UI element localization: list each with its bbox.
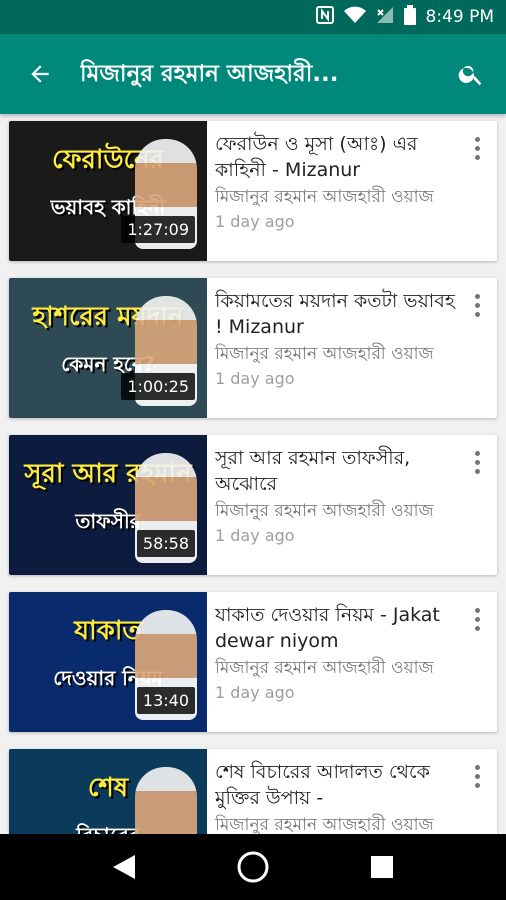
video-title: শেষ বিচারের আদালত থেকে মুক্তির উপায় - bbox=[215, 761, 430, 809]
wifi-icon bbox=[343, 6, 366, 28]
more-vert-icon[interactable] bbox=[465, 604, 489, 634]
page-title: মিজানুর রহমান আজহারী... bbox=[80, 60, 339, 87]
arrow-back-icon[interactable] bbox=[0, 34, 80, 114]
app-bar: মিজানুর রহমান আজহারী... bbox=[0, 34, 506, 114]
duration-badge: 13:40 bbox=[136, 687, 195, 714]
upload-age: 1 day ago bbox=[215, 683, 295, 702]
more-vert-icon[interactable] bbox=[465, 290, 489, 320]
video-title: কিয়ামতের ময়দান কতটা ভয়াবহ ! Mizanur bbox=[215, 290, 455, 338]
upload-age: 1 day ago bbox=[215, 369, 295, 388]
nav-recents-icon[interactable] bbox=[352, 837, 412, 897]
battery-icon bbox=[403, 5, 416, 29]
status-time: 8:49 PM bbox=[425, 7, 495, 27]
video-info[interactable]: ফেরাউন ও মূসা (আঃ) এর কাহিনী - Mizanur ম… bbox=[207, 121, 497, 261]
channel-name: মিজানুর রহমান আজহারী ওয়াজ bbox=[215, 815, 434, 834]
video-thumbnail[interactable]: যাকাত দেওয়ার নিয়ম 13:40 bbox=[9, 592, 207, 732]
status-bar: 8:49 PM bbox=[0, 0, 506, 34]
more-vert-icon[interactable] bbox=[465, 761, 489, 791]
video-card[interactable]: হাশরের ময়দান কেমন হবে? 1:00:25 কিয়ামতে… bbox=[9, 278, 497, 418]
upload-age: 1 day ago bbox=[215, 212, 295, 231]
video-info[interactable]: শেষ বিচারের আদালত থেকে মুক্তির উপায় - ম… bbox=[207, 749, 497, 834]
video-title: সূরা আর রহমান তাফসীর, অঝোরে bbox=[215, 447, 411, 495]
video-card[interactable]: সূরা আর রহমান তাফসীর 58:58 সূরা আর রহমান… bbox=[9, 435, 497, 575]
video-thumbnail[interactable]: শেষ বিচারের bbox=[9, 749, 207, 834]
video-info[interactable]: সূরা আর রহমান তাফসীর, অঝোরে মিজানুর রহমা… bbox=[207, 435, 497, 575]
video-card[interactable]: ফেরাউনের ভয়াবহ কাহিনী 1:27:09 ফেরাউন ও … bbox=[9, 121, 497, 261]
video-list: ফেরাউনের ভয়াবহ কাহিনী 1:27:09 ফেরাউন ও … bbox=[0, 114, 506, 834]
video-title: ফেরাউন ও মূসা (আঃ) এর কাহিনী - Mizanur bbox=[215, 133, 418, 181]
signal-icon bbox=[376, 6, 394, 28]
navigation-bar bbox=[0, 834, 506, 900]
duration-badge: 58:58 bbox=[136, 530, 195, 557]
channel-name: মিজানুর রহমান আজহারী ওয়াজ bbox=[215, 187, 434, 207]
video-info[interactable]: যাকাত দেওয়ার নিয়ম - Jakat dewar niyom … bbox=[207, 592, 497, 732]
video-thumbnail[interactable]: হাশরের ময়দান কেমন হবে? 1:00:25 bbox=[9, 278, 207, 418]
channel-name: মিজানুর রহমান আজহারী ওয়াজ bbox=[215, 501, 434, 521]
nav-home-icon[interactable] bbox=[223, 837, 283, 897]
search-icon[interactable] bbox=[436, 34, 506, 114]
upload-age: 1 day ago bbox=[215, 526, 295, 545]
nav-back-icon[interactable] bbox=[94, 837, 154, 897]
more-vert-icon[interactable] bbox=[465, 133, 489, 163]
video-card[interactable]: শেষ বিচারের শেষ বিচারের আদালত থেকে মুক্ত… bbox=[9, 749, 497, 834]
video-thumbnail[interactable]: সূরা আর রহমান তাফসীর 58:58 bbox=[9, 435, 207, 575]
more-vert-icon[interactable] bbox=[465, 447, 489, 477]
speaker-image bbox=[135, 767, 197, 834]
video-thumbnail[interactable]: ফেরাউনের ভয়াবহ কাহিনী 1:27:09 bbox=[9, 121, 207, 261]
duration-badge: 1:00:25 bbox=[121, 373, 195, 400]
video-title: যাকাত দেওয়ার নিয়ম - Jakat dewar niyom bbox=[215, 604, 440, 652]
nfc-icon bbox=[315, 6, 334, 28]
duration-badge: 1:27:09 bbox=[121, 216, 195, 243]
video-card[interactable]: যাকাত দেওয়ার নিয়ম 13:40 যাকাত দেওয়ার … bbox=[9, 592, 497, 732]
video-info[interactable]: কিয়ামতের ময়দান কতটা ভয়াবহ ! Mizanur ম… bbox=[207, 278, 497, 418]
channel-name: মিজানুর রহমান আজহারী ওয়াজ bbox=[215, 344, 434, 364]
channel-name: মিজানুর রহমান আজহারী ওয়াজ bbox=[215, 658, 434, 678]
